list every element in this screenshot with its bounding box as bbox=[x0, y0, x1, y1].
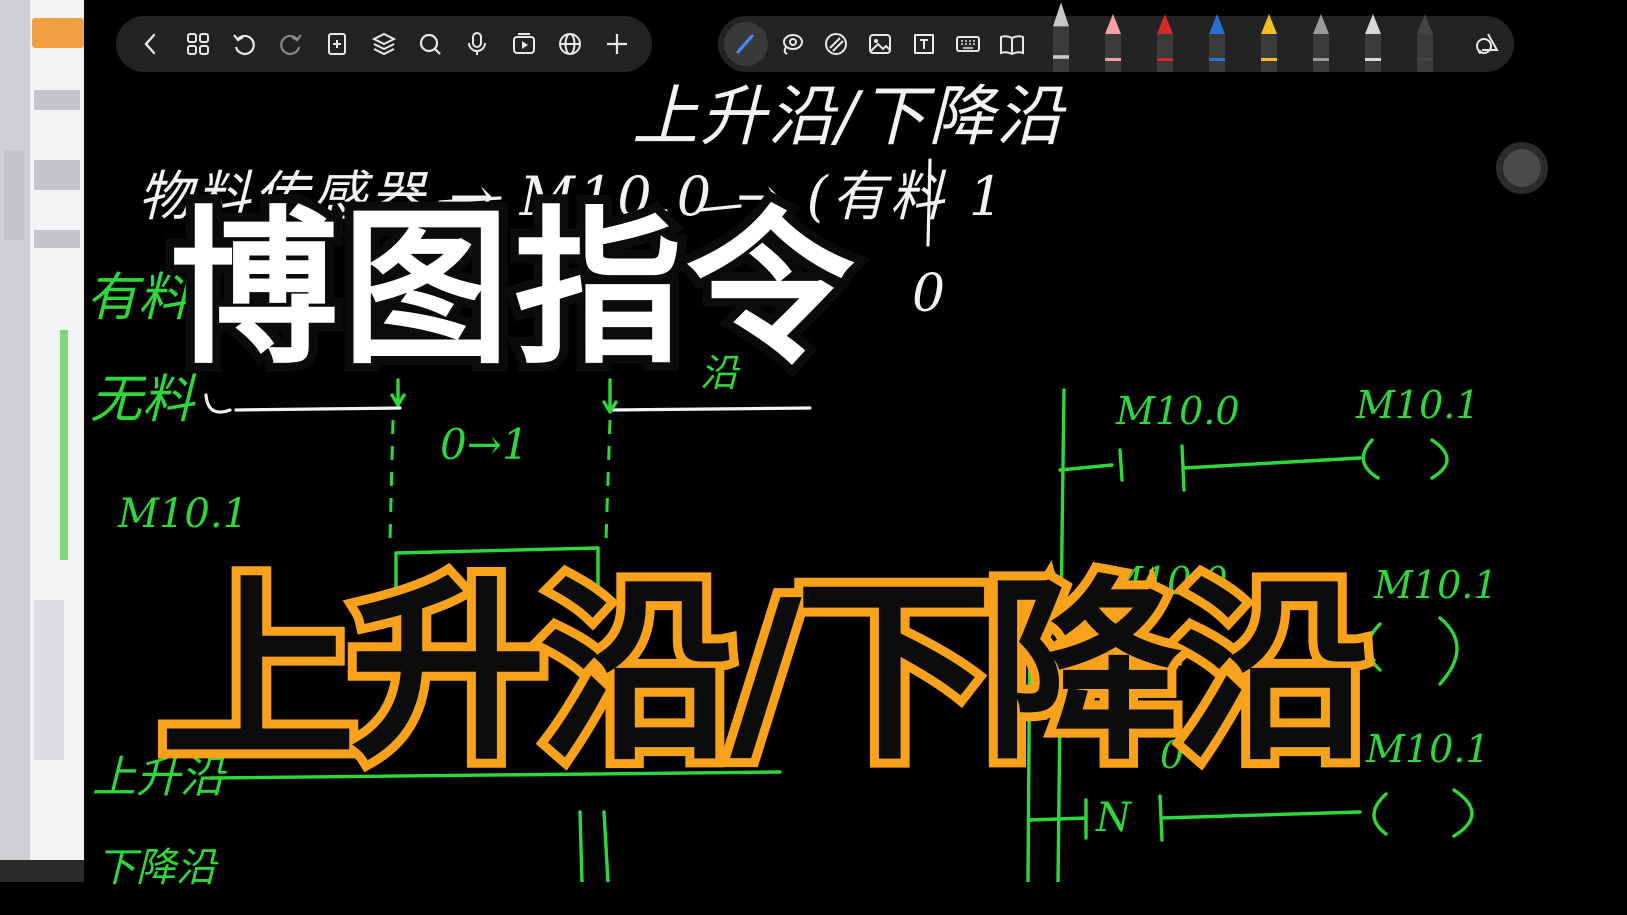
ladder-row1-contact bbox=[1058, 444, 1362, 492]
dashed-line-right bbox=[604, 419, 612, 541]
label-falling-edge: 下降沿 bbox=[96, 845, 216, 891]
label-m101-left: M10.1 bbox=[118, 491, 249, 537]
ladder-row3-instruction: N bbox=[1096, 795, 1131, 841]
ladder-row1-contact-label: M10.0 bbox=[1116, 389, 1240, 433]
ladder-row2-coil-label: M10.1 bbox=[1374, 563, 1498, 607]
dashed-line-left bbox=[388, 419, 395, 541]
overlay-title-line2: 上升沿/下降沿 bbox=[151, 559, 1381, 787]
ladder-row2-coil bbox=[1366, 616, 1459, 686]
ladder-row3-coil bbox=[1372, 788, 1474, 838]
handwritten-zero: 0 bbox=[912, 264, 946, 324]
handwritten-heading: 上升沿/下降沿 bbox=[632, 78, 1065, 155]
ladder-row1-coil bbox=[1361, 438, 1449, 480]
falling-edge-pulse bbox=[578, 810, 610, 882]
ladder-row3-coil-label: M10.1 bbox=[1366, 727, 1490, 771]
label-zero-to-one: 0→1 bbox=[440, 420, 529, 469]
signal-zero-arc bbox=[204, 393, 232, 414]
overlay-title-line1: 博图指令 bbox=[161, 191, 863, 387]
ladder-row3-contact bbox=[1028, 794, 1362, 842]
ladder-row1-coil-label: M10.1 bbox=[1356, 383, 1480, 427]
signal-low-line-left bbox=[234, 406, 402, 412]
signal-low-line-right bbox=[610, 406, 812, 412]
